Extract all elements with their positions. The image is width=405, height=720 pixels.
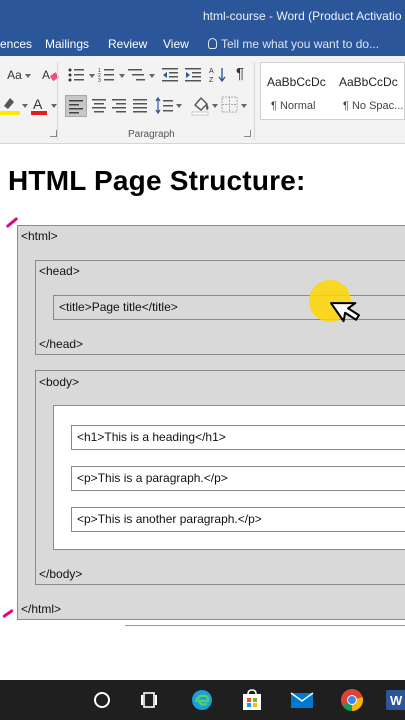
html-close-tag: </html>: [21, 602, 62, 616]
show-formatting-icon[interactable]: ¶: [236, 65, 244, 82]
tab-review[interactable]: Review: [108, 37, 147, 51]
svg-text:A: A: [33, 96, 43, 112]
justify-icon[interactable]: [131, 96, 151, 116]
tab-mailings[interactable]: Mailings: [45, 37, 89, 51]
head-close-tag: </head>: [39, 337, 84, 351]
tell-me-text: Tell me what you want to do...: [221, 37, 380, 51]
h1-tag: <h1>This is a heading</h1>: [77, 430, 226, 444]
edge-icon[interactable]: [190, 688, 214, 712]
decrease-indent-icon[interactable]: [162, 67, 180, 83]
style-name: ¶ No Spac...: [343, 100, 404, 112]
task-view-icon[interactable]: [138, 688, 162, 712]
style-normal[interactable]: AaBbCcDc ¶ Normal: [261, 63, 333, 121]
page-edge: [125, 625, 405, 626]
svg-text:W: W: [390, 693, 403, 708]
tab-view[interactable]: View: [163, 37, 189, 51]
font-color-icon[interactable]: A: [30, 96, 50, 116]
head-open-tag: <head>: [39, 264, 80, 278]
group-separator: [57, 62, 58, 140]
body-open-tag: <body>: [39, 375, 80, 389]
shading-icon[interactable]: [190, 94, 212, 116]
taskbar: W: [0, 680, 405, 720]
styles-gallery: AaBbCcDc ¶ Normal AaBbCcDc ¶ No Spac...: [260, 62, 405, 120]
word-icon[interactable]: W: [384, 688, 405, 712]
body-close-tag: </body>: [39, 567, 83, 581]
chevron-down-icon[interactable]: [212, 104, 218, 108]
paragraph-dialog-launcher-icon[interactable]: [244, 130, 251, 137]
tell-me-search[interactable]: Tell me what you want to do...: [208, 37, 379, 51]
change-case-button[interactable]: Aa: [4, 66, 34, 84]
chevron-down-icon[interactable]: [22, 104, 28, 108]
html-open-tag: <html>: [21, 229, 58, 243]
style-no-spacing[interactable]: AaBbCcDc ¶ No Spac...: [333, 63, 405, 121]
svg-text:Z: Z: [209, 77, 214, 84]
sort-icon[interactable]: AZ: [209, 66, 227, 84]
mail-icon[interactable]: [290, 688, 314, 712]
style-sample: AaBbCcDc: [267, 75, 326, 89]
text-highlight-icon[interactable]: [0, 96, 22, 116]
chevron-down-icon[interactable]: [119, 74, 125, 78]
p2-tag: <p>This is another paragraph.</p>: [77, 512, 262, 526]
change-case-label: Aa: [7, 68, 22, 82]
chrome-icon[interactable]: [340, 688, 364, 712]
chevron-down-icon[interactable]: [149, 74, 155, 78]
borders-icon[interactable]: [221, 96, 239, 114]
align-right-icon[interactable]: [110, 96, 130, 116]
align-left-button[interactable]: [65, 95, 87, 117]
store-icon[interactable]: [240, 688, 264, 712]
font-dialog-launcher-icon[interactable]: [50, 130, 57, 137]
ribbon-home: Aa A 1 2 3 A Z ¶ A Paragraph AaBbCcDc ¶ …: [0, 56, 405, 144]
title-tag: <title>Page title</title>: [59, 300, 178, 314]
window-title: html-course - Word (Product Activatio: [203, 9, 402, 23]
line-spacing-icon[interactable]: [155, 96, 175, 116]
chevron-down-icon[interactable]: [176, 104, 182, 108]
word-window: html-course - Word (Product Activatio en…: [0, 0, 405, 720]
ribbon-tabs: ences Mailings Review View Tell me what …: [0, 32, 405, 56]
bullets-icon[interactable]: [68, 67, 88, 83]
align-left-icon: [69, 100, 83, 114]
chevron-down-icon[interactable]: [89, 74, 95, 78]
numbering-icon[interactable]: 1 2 3: [98, 67, 118, 83]
align-center-icon[interactable]: [90, 96, 110, 116]
svg-text:A: A: [209, 68, 214, 75]
tab-references[interactable]: ences: [0, 37, 32, 51]
increase-indent-icon[interactable]: [185, 67, 203, 83]
page-title: HTML Page Structure:: [8, 165, 306, 196]
pointer-cursor-icon: [329, 302, 361, 323]
paragraph-group-label: Paragraph: [128, 129, 175, 140]
cortana-icon[interactable]: [90, 688, 114, 712]
chevron-down-icon: [24, 74, 31, 78]
title-bar: html-course - Word (Product Activatio: [0, 0, 405, 32]
lightbulb-icon: [208, 38, 217, 49]
group-separator: [254, 62, 255, 140]
chevron-down-icon[interactable]: [241, 104, 247, 108]
style-name: ¶ Normal: [271, 100, 316, 112]
style-sample: AaBbCcDc: [339, 75, 398, 89]
p1-tag: <p>This is a paragraph.</p>: [77, 471, 228, 485]
svg-text:A: A: [42, 68, 50, 82]
svg-text:3: 3: [98, 78, 101, 83]
multilevel-list-icon[interactable]: [128, 67, 148, 83]
